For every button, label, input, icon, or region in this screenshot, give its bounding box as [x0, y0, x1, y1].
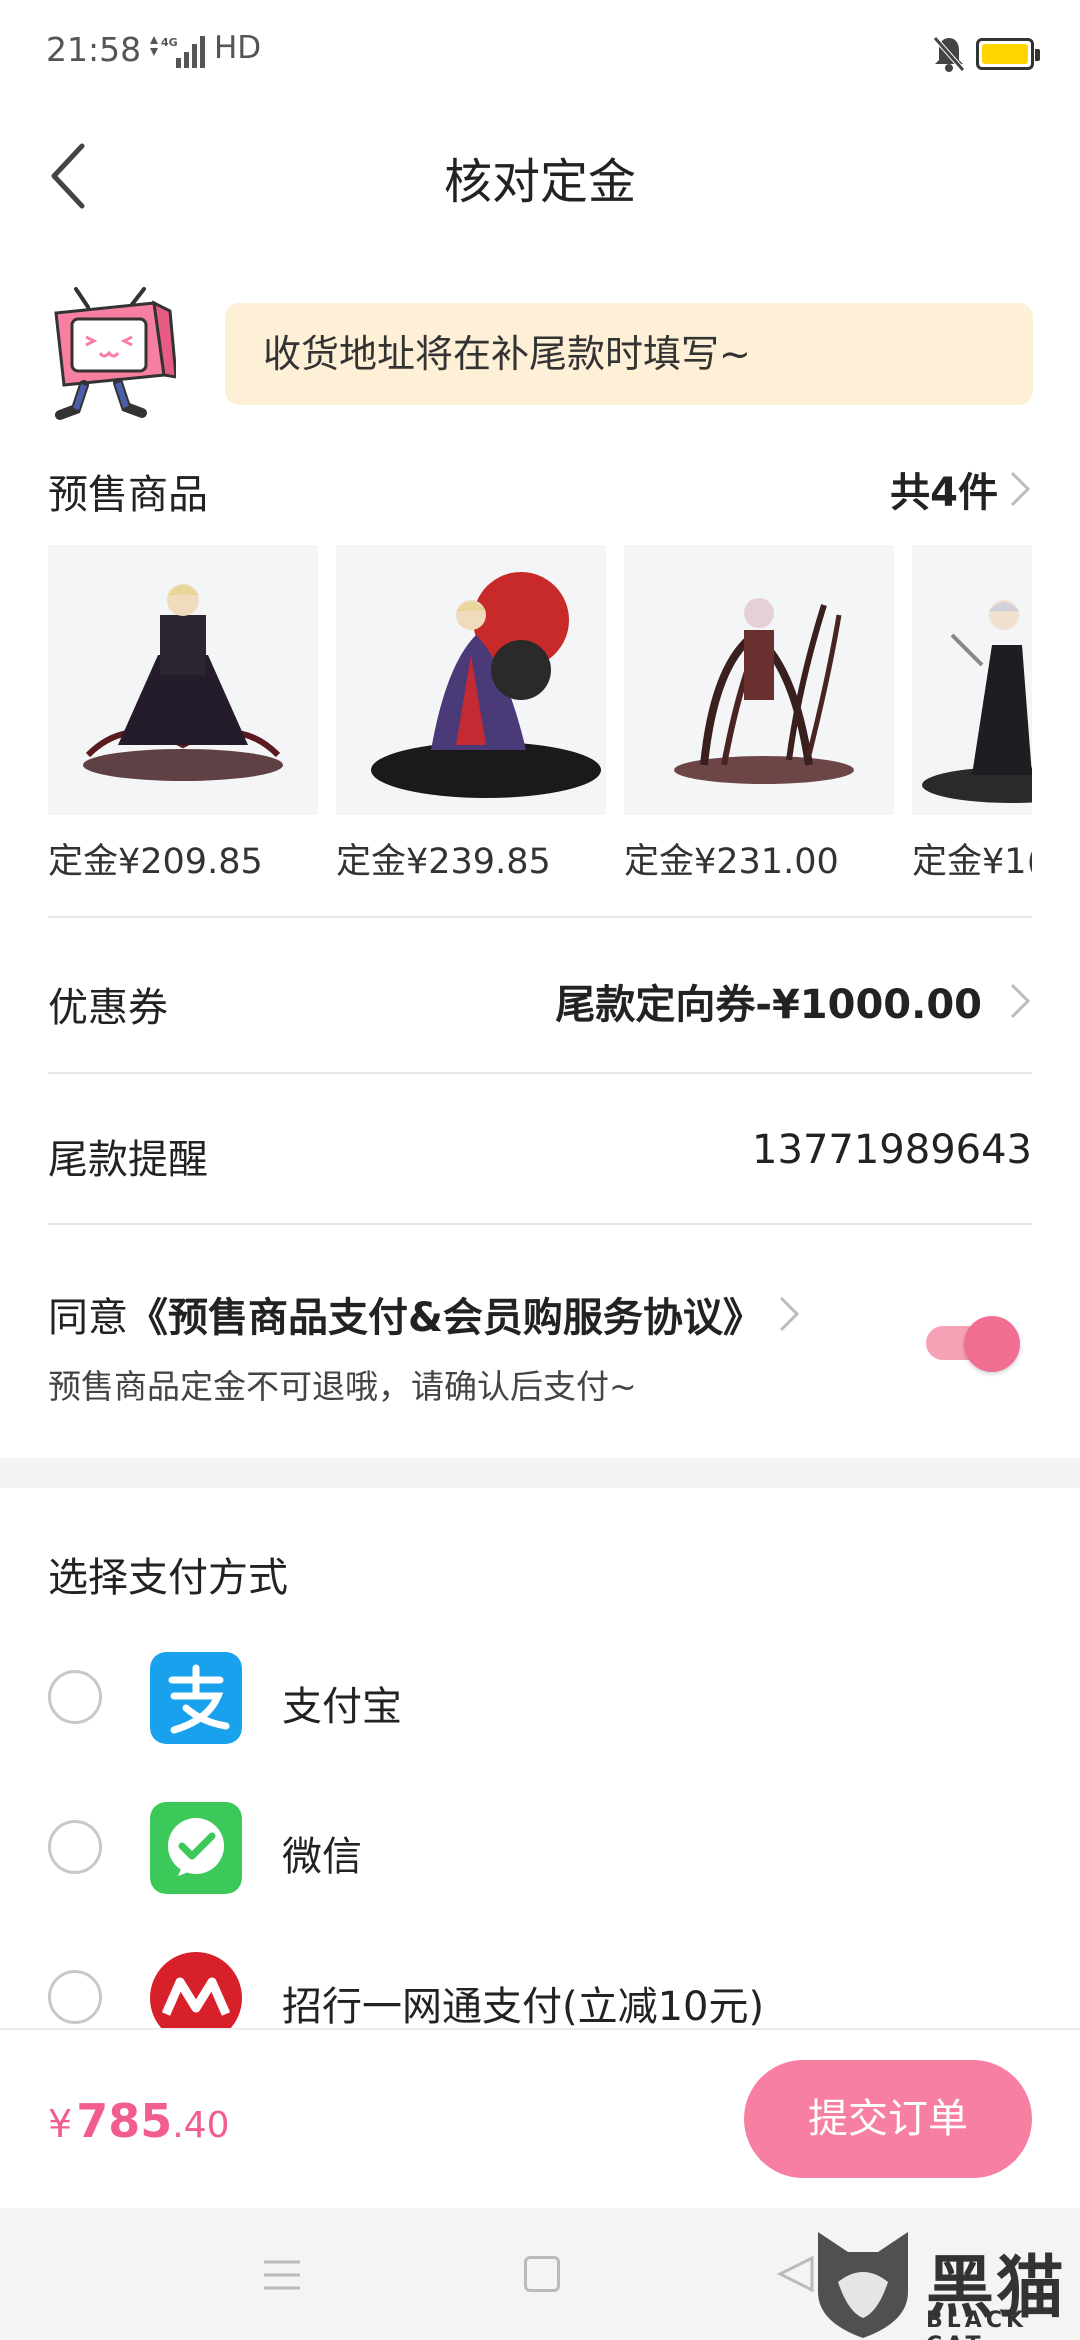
status-bar: 21:58 4G HD: [0, 0, 1080, 108]
agreement-prefix: 同意: [48, 1295, 128, 1341]
total-decimal: .40: [172, 2105, 230, 2146]
chevron-right-icon: [779, 1296, 800, 1332]
home-icon[interactable]: [524, 2256, 560, 2292]
bell-muted-icon: [933, 36, 965, 72]
header: 核对定金: [0, 108, 1080, 238]
currency-symbol: ¥: [48, 2102, 73, 2146]
product-item[interactable]: 定金¥1(: [912, 545, 1032, 884]
payment-option-wechat[interactable]: 微信: [0, 1798, 1080, 1898]
divider: [48, 916, 1032, 918]
radio-button[interactable]: [48, 1820, 102, 1874]
product-price: 定金¥239.85: [336, 842, 551, 882]
balance-reminder-label: 尾款提醒: [48, 1137, 208, 1183]
total-amount: ¥ 785 .40: [48, 2094, 229, 2148]
section-separator: [0, 1458, 1080, 1488]
address-notice: 收货地址将在补尾款时填写~: [225, 303, 1033, 405]
watermark-subtext: BLACK CAT: [926, 2308, 1028, 2340]
payment-option-alipay[interactable]: 支付宝: [0, 1648, 1080, 1748]
products-list[interactable]: 定金¥209.85 定金¥239.85 定金¥231.00 定金¥1(: [48, 545, 1032, 885]
page-title: 核对定金: [443, 154, 636, 210]
product-price: 定金¥209.85: [48, 842, 263, 882]
product-image: [912, 545, 1032, 815]
reminder-phone[interactable]: 13771989643: [752, 1127, 1032, 1173]
divider: [48, 1223, 1032, 1225]
divider: [48, 1072, 1032, 1074]
toggle-knob: [964, 1316, 1020, 1372]
presale-products-label: 预售商品: [48, 472, 208, 518]
chevron-right-icon: [1010, 983, 1031, 1019]
battery-icon: [976, 38, 1040, 70]
payment-label: 支付宝: [282, 1684, 402, 1730]
product-item[interactable]: 定金¥209.85: [48, 545, 318, 884]
submit-order-button[interactable]: 提交订单: [744, 2060, 1032, 2178]
product-item[interactable]: 定金¥239.85: [336, 545, 606, 884]
menu-icon[interactable]: [262, 2258, 302, 2292]
product-image: [336, 545, 606, 815]
total-integer: 785: [76, 2094, 173, 2148]
hd-indicator: HD: [214, 30, 262, 66]
svg-text:4G: 4G: [161, 36, 178, 49]
coupon-label: 优惠券: [48, 985, 168, 1031]
chevron-right-icon: [1010, 471, 1031, 507]
wechat-icon: [150, 1802, 242, 1894]
payment-label: 微信: [282, 1834, 362, 1880]
coupon-selector[interactable]: 尾款定向券-¥1000.00: [555, 972, 1032, 1030]
payment-method-title: 选择支付方式: [48, 1555, 288, 1601]
radio-button[interactable]: [48, 1670, 102, 1724]
mascot-tv-icon: [54, 287, 176, 420]
radio-button[interactable]: [48, 1970, 102, 2024]
products-count-link[interactable]: 共4件: [890, 460, 1032, 518]
agreement-note: 预售商品定金不可退哦，请确认后支付~: [48, 1367, 637, 1406]
black-cat-watermark: 黑猫 BLACK CAT: [808, 2222, 1080, 2340]
product-price: 定金¥1(: [912, 842, 1032, 882]
agreement-line[interactable]: 同意 《预售商品支付&会员购服务协议》: [48, 1285, 801, 1343]
product-item[interactable]: 定金¥231.00: [624, 545, 894, 884]
signal-icon: 4G: [150, 36, 205, 68]
product-image: [48, 545, 318, 815]
products-count: 共4件: [890, 470, 998, 516]
checkout-bar: ¥ 785 .40 提交订单: [0, 2028, 1080, 2208]
alipay-icon: [150, 1652, 242, 1744]
payment-label: 招行一网通支付(立减10元): [282, 1984, 765, 2030]
coupon-value: 尾款定向券-¥1000.00: [555, 982, 982, 1028]
agreement-link[interactable]: 《预售商品支付&会员购服务协议》: [128, 1285, 763, 1343]
product-price: 定金¥231.00: [624, 842, 839, 882]
black-cat-logo-icon: [818, 2232, 908, 2338]
status-time: 21:58: [46, 30, 142, 69]
agreement-toggle[interactable]: [926, 1316, 1020, 1372]
product-image: [624, 545, 894, 815]
